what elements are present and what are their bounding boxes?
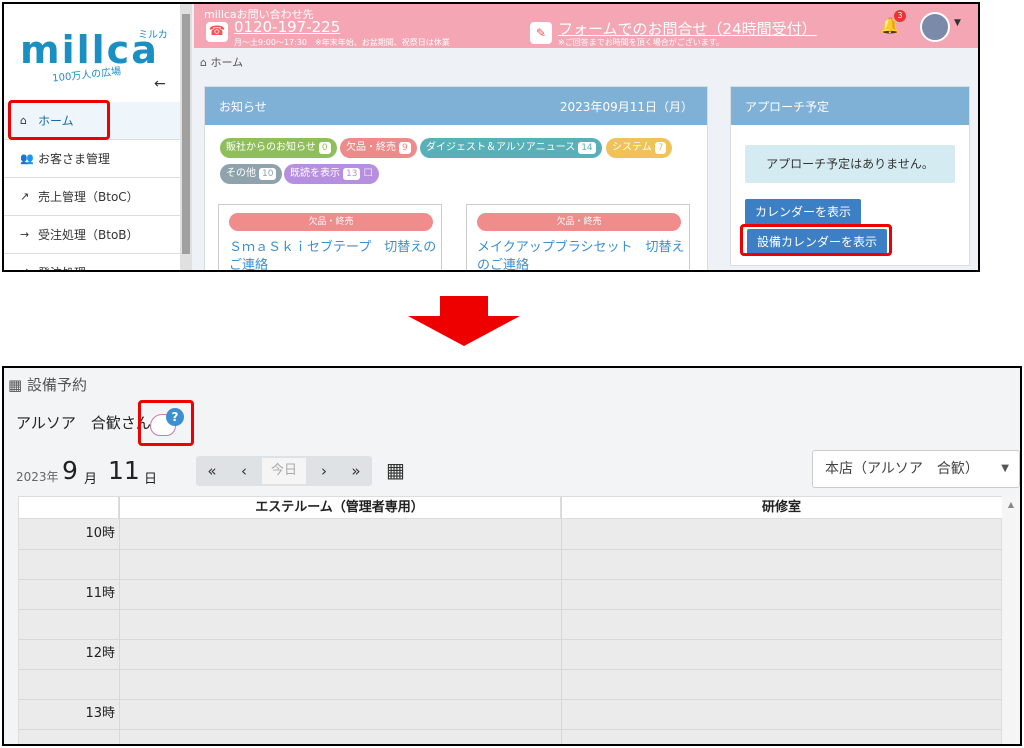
store-select-value: 本店（アルソア 合歓） [825, 461, 979, 477]
sidebar-item-purchase[interactable]: ⇄発注処理 [4, 254, 180, 270]
card-category: 欠品・終売 [229, 213, 433, 231]
approach-title: アプローチ予定 [745, 99, 830, 114]
sidebar-item-label: 売上管理（BtoC） [38, 190, 139, 204]
tag-label: その他 [226, 168, 256, 179]
highlight-home [8, 100, 110, 140]
tag-count: 0 [318, 142, 331, 154]
down-arrow-icon [408, 296, 520, 346]
chevron-down-icon: ▼ [1001, 463, 1009, 474]
highlight-help [138, 400, 194, 446]
news-card[interactable]: 欠品・終売 ＳｍａＳｋｉセブテープ 切替えのご連絡 [218, 204, 442, 270]
approach-header: アプローチ予定 [731, 87, 969, 125]
hour-label: 10時 [85, 526, 115, 541]
room-header: エステルーム（管理者専用） [119, 497, 561, 519]
checkbox-icon[interactable]: ☐ [360, 168, 373, 179]
year-value: 2023 [16, 470, 47, 484]
news-card[interactable]: 欠品・終売 メイクアップブラシセット 切替えのご連絡 [466, 204, 690, 270]
tag-system[interactable]: システム 7 [606, 138, 673, 158]
sidebar-item-sales[interactable]: ↗ 売上管理（BtoC） [4, 178, 180, 216]
breadcrumb[interactable]: ⌂ ホーム [200, 54, 243, 70]
tag-company-news[interactable]: 販社からのお知らせ 0 [220, 138, 337, 158]
card-title[interactable]: ＳｍａＳｋｉセブテープ 切替えのご連絡 [229, 239, 439, 270]
last-button[interactable]: » [340, 456, 372, 486]
calendar-icon: ▦ [8, 376, 27, 394]
grid-scrollbar[interactable]: ▲ [1002, 496, 1020, 744]
sidebar-item-orders[interactable]: → 受注処理（BtoB） [4, 216, 180, 254]
news-header: お知らせ 2023年09月11日（月） [205, 87, 707, 125]
year-unit: 年 [46, 470, 59, 484]
scroll-thumb[interactable] [182, 14, 190, 254]
notification-badge: 3 [894, 10, 906, 22]
hour-label: 12時 [85, 646, 115, 661]
date-month-unit: 月 [84, 472, 98, 487]
tag-label: 販社からのお知らせ [226, 142, 316, 153]
equipment-booking-screenshot: ▦ 設備予約 アルソア 合歓さん ? 2023年 9 月 11 日 « ‹ 今日… [2, 366, 1022, 746]
sidebar-item-label: 発注処理 [38, 264, 86, 270]
page-title: ▦ 設備予約 [8, 374, 87, 395]
prev-button[interactable]: ‹ [228, 456, 260, 486]
sidebar-item-label: お客さま管理 [38, 152, 111, 166]
contact-form-note: ※ご回答までお時間を頂く場合がございます。 [558, 38, 724, 47]
card-title[interactable]: メイクアップブラシセット 切替えのご連絡 [477, 239, 687, 270]
sidebar-scrollbar[interactable] [180, 4, 192, 270]
contact-bar: millcaお問い合わせ先 ☎ 0120-197-225 月～土9:00～17:… [194, 4, 978, 48]
tag-digest[interactable]: ダイジェスト＆アルソアニュース 14 [420, 138, 602, 158]
pencil-icon: ✎ [530, 22, 552, 44]
home-icon: ⌂ [200, 56, 211, 69]
phone-icon: ☎ [206, 22, 228, 42]
date-day: 11 [108, 456, 140, 485]
contact-hours: 月～土9:00～17:30 ※年末年始、お盆期間、祝祭日は休業 [234, 38, 450, 47]
tag-show-read[interactable]: 既読を表示 13 ☐ [284, 164, 379, 184]
hour-label: 11時 [85, 586, 115, 601]
sidebar: millca ミルカ 100万人の広場 ← ⌂ ホーム 👥 お客さま管理 ↗ 売上管理… [4, 4, 180, 270]
date-year: 2023年 [16, 468, 59, 485]
highlight-equipment-button [740, 224, 892, 256]
chevron-down-icon[interactable]: ▼ [954, 18, 961, 28]
order-icon: ⇄ [20, 266, 38, 270]
calendar-icon[interactable]: ▦ [386, 458, 405, 482]
contact-tel[interactable]: 0120-197-225 [234, 18, 340, 36]
scroll-up-icon[interactable]: ▲ [1002, 496, 1020, 509]
next-button[interactable]: › [308, 456, 340, 486]
hour-label: 13時 [85, 706, 115, 721]
date-navigation: « ‹ 今日 › » [196, 456, 372, 486]
tag-out-of-stock[interactable]: 欠品・終売 9 [340, 138, 417, 158]
chart-line-icon: ↗ [20, 190, 30, 203]
card-category: 欠品・終売 [477, 213, 681, 231]
tag-count: 13 [343, 168, 361, 180]
sign-in-icon: → [20, 228, 30, 241]
tag-label: 欠品・終売 [346, 142, 396, 153]
sidebar-item-customers[interactable]: 👥 お客さま管理 [4, 140, 180, 178]
tag-label: 既読を表示 [290, 168, 340, 179]
contact-form-link[interactable]: フォームでのお問合せ（24時間受付） [558, 18, 817, 39]
grid-corner [19, 497, 119, 519]
collapse-arrow-icon[interactable]: ← [154, 76, 166, 92]
room-header: 研修室 [561, 497, 1003, 519]
tag-label: システム [612, 142, 652, 153]
news-title: お知らせ [219, 99, 267, 114]
store-select[interactable]: 本店（アルソア 合歓） ▼ [812, 450, 1020, 488]
date-day-unit: 日 [144, 472, 158, 487]
user-name: アルソア 合歓さん [16, 414, 151, 432]
page-title-text: 設備予約 [26, 376, 87, 394]
avatar[interactable] [920, 12, 950, 42]
tag-label: ダイジェスト＆アルソアニュース [426, 142, 576, 153]
tag-count: 14 [578, 142, 596, 154]
users-icon: 👥 [20, 152, 34, 165]
show-calendar-button[interactable]: カレンダーを表示 [745, 199, 862, 225]
tag-count: 7 [654, 142, 667, 154]
sidebar-item-label: 受注処理（BtoB） [38, 228, 139, 242]
today-button[interactable]: 今日 [262, 458, 306, 484]
tag-other[interactable]: その他 10 [220, 164, 283, 184]
date-month: 9 [62, 456, 78, 485]
first-button[interactable]: « [196, 456, 228, 486]
tag-count: 9 [399, 142, 411, 154]
breadcrumb-home[interactable]: ホーム [210, 56, 243, 69]
news-date: 2023年09月11日（月） [559, 99, 693, 114]
logo-kana: ミルカ [138, 30, 168, 41]
booking-grid: エステルーム（管理者専用） 研修室 10時 11時 12時 13時 [18, 496, 1003, 744]
home-screenshot: millca ミルカ 100万人の広場 ← ⌂ ホーム 👥 お客さま管理 ↗ 売上管理… [2, 2, 980, 272]
approach-empty-message: アプローチ予定はありません。 [745, 145, 955, 183]
tag-count: 10 [259, 168, 277, 180]
